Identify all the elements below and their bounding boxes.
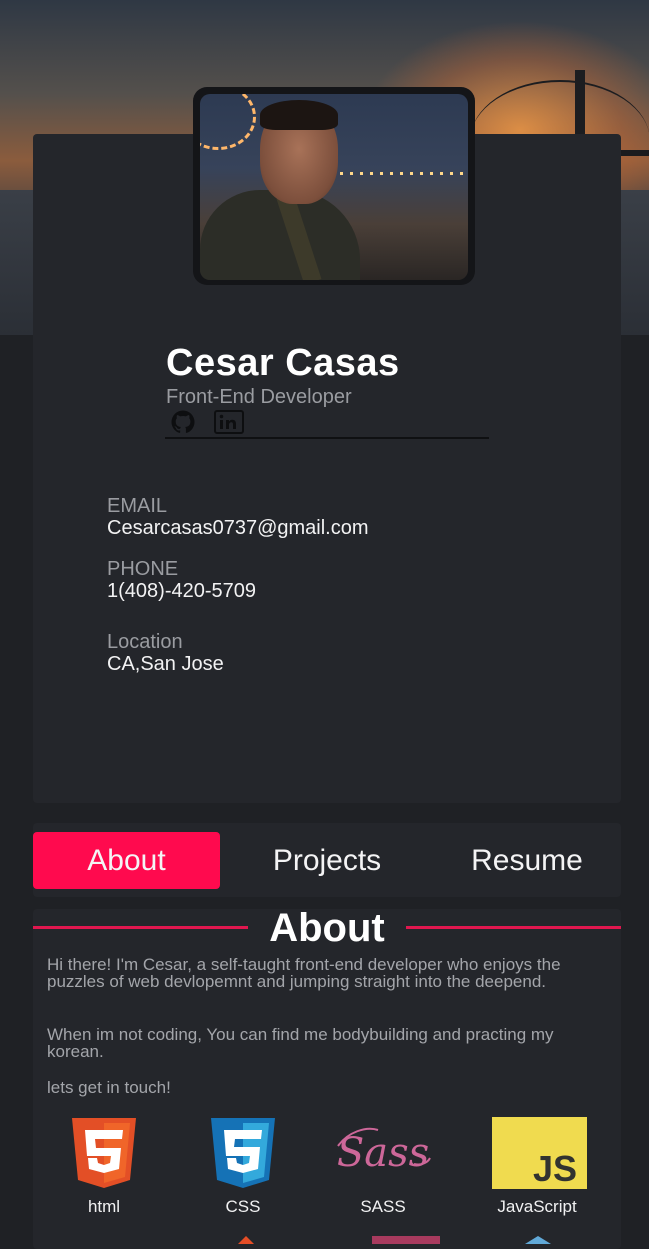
about-section: About Hi there! I'm Cesar, a self-taught… [33,909,621,1249]
photo-hair [260,100,338,130]
email-label: EMAIL [107,495,168,517]
partial-icon-next-row [236,1231,256,1249]
linkedin-icon[interactable] [214,410,244,434]
skill-sass: Sass SASS [328,1117,438,1217]
skill-css: CSS [188,1117,298,1217]
about-paragraph-contact: lets get in touch! [47,1078,171,1097]
profile-name: Cesar Casas [166,342,400,384]
about-paragraph-intro: Hi there! I'm Cesar, a self-taught front… [47,955,561,991]
about-paragraph-hobbies: When im not coding, You can find me body… [47,1025,554,1061]
location-value: CA,San Jose [107,653,224,675]
section-tabs: About Projects Resume [33,823,621,897]
skill-label: html [87,1197,121,1216]
location-label: Location [107,631,183,653]
html5-icon [49,1117,159,1189]
tab-projects[interactable]: Projects [233,832,421,889]
profile-photo [200,94,468,280]
profile-role: Front-End Developer [166,386,352,408]
tab-resume[interactable]: Resume [433,832,621,889]
skill-label: SASS [360,1197,406,1216]
partial-icon-next-row [523,1231,553,1249]
profile-divider [165,437,489,439]
skill-javascript: JS JavaScript [482,1117,592,1217]
phone-value[interactable]: 1(408)-420-5709 [107,580,256,603]
photo-string-lights [320,172,468,175]
svg-text:JS: JS [533,1148,577,1189]
avatar [193,87,475,285]
partial-icon-next-row [372,1231,440,1249]
svg-text:Sass: Sass [337,1130,429,1176]
javascript-icon: JS [482,1117,592,1189]
sass-icon: Sass [328,1117,438,1189]
tab-about[interactable]: About [33,832,220,889]
photo-lights-arc [200,94,256,150]
skill-label: CSS [225,1197,261,1216]
skill-label: JavaScript [497,1197,577,1216]
about-heading: About [269,909,385,950]
css3-icon [188,1117,298,1189]
github-icon[interactable] [166,410,200,434]
skill-html: html [49,1117,159,1217]
phone-label: PHONE [107,558,179,580]
email-value[interactable]: Cesarcasas0737@gmail.com [107,517,369,540]
social-links [166,410,244,434]
